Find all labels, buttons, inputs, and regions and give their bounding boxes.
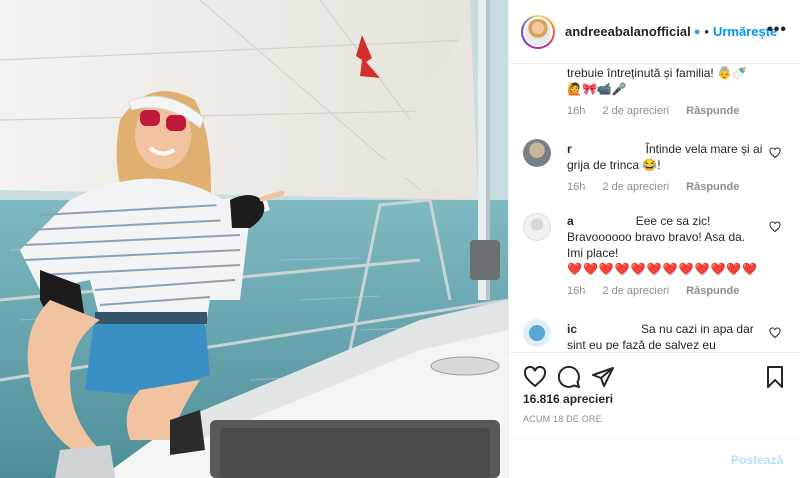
like-comment-heart-icon[interactable] [769,147,781,159]
comment-text: r Întinde vela mare și ai grija de trinca… [567,141,763,173]
commenter-avatar[interactable] [523,213,551,241]
commenter-username[interactable]: a [567,214,574,228]
commenter-username[interactable]: r [567,142,572,156]
sailboat-photo-illustration [0,0,508,478]
comment-body: Întinde vela mare și ai grija de trinca … [567,142,763,172]
like-comment-heart-icon[interactable] [769,327,781,339]
post-detail-panel: andreeabalanofficial ● • Urmărește ••• t… [508,0,800,478]
comment-text: trebuie întreținută și familia! 👵🍼 [567,66,747,80]
comment-hearts: ❤️❤️❤️❤️❤️❤️❤️❤️❤️❤️❤️❤️ [567,262,759,276]
likes-count[interactable]: 16.816 aprecieri [523,392,613,406]
comment-meta: 16h 2 de aprecieri Răspunde [567,181,763,193]
reply-button[interactable]: Răspunde [686,285,739,297]
post-comment-button[interactable]: Postează [731,453,783,467]
comment-bubble-icon[interactable] [557,365,581,389]
post-header: andreeabalanofficial ● • Urmărește ••• [509,0,800,64]
comment-time[interactable]: 16h [567,181,585,193]
commenter-avatar[interactable] [523,319,551,347]
more-options-icon[interactable]: ••• [767,22,787,38]
comment-text: a Eee ce sa zic! Bravoooooo bravo bravo! … [567,213,763,261]
share-send-icon[interactable] [591,365,615,389]
comment-likes[interactable]: 2 de aprecieri [602,105,669,117]
post-timestamp[interactable]: ACUM 18 DE ORE [523,414,602,424]
save-bookmark-icon[interactable] [763,365,787,389]
comment-meta: 16h 2 de aprecieri Răspunde [567,105,763,117]
verified-badge-icon: ● [693,25,701,38]
comment-time[interactable]: 16h [567,105,585,117]
commenter-username[interactable]: ic [567,322,577,336]
comment-body: Eee ce sa zic! Bravoooooo bravo bravo! A… [567,214,746,260]
commenter-avatar[interactable] [523,139,551,167]
comment-composer[interactable]: Postează [509,438,800,478]
separator-dot: • [704,24,709,39]
comment-body: Sa nu cazi in apa dar sint eu pe fază de… [567,322,754,350]
comment-emoji-line: 🙋🎀📹🎤 [567,82,627,96]
comment-meta: 16h 2 de aprecieri Răspunde [567,285,763,297]
author-avatar[interactable] [521,14,555,49]
comment-time[interactable]: 16h [567,285,585,297]
comments-list[interactable]: trebuie întreținută și familia! 👵🍼 🙋🎀📹🎤 … [509,65,800,350]
author-username[interactable]: andreeabalanofficial [565,24,691,39]
comment-text: ic Sa nu cazi in apa dar sint eu pe fază … [567,321,763,350]
comment-likes[interactable]: 2 de aprecieri [602,285,669,297]
comment-likes[interactable]: 2 de aprecieri [602,181,669,193]
like-heart-icon[interactable] [523,365,547,389]
reply-button[interactable]: Răspunde [686,181,739,193]
like-comment-heart-icon[interactable] [769,221,781,233]
reply-button[interactable]: Răspunde [686,105,739,117]
post-photo[interactable] [0,0,508,478]
